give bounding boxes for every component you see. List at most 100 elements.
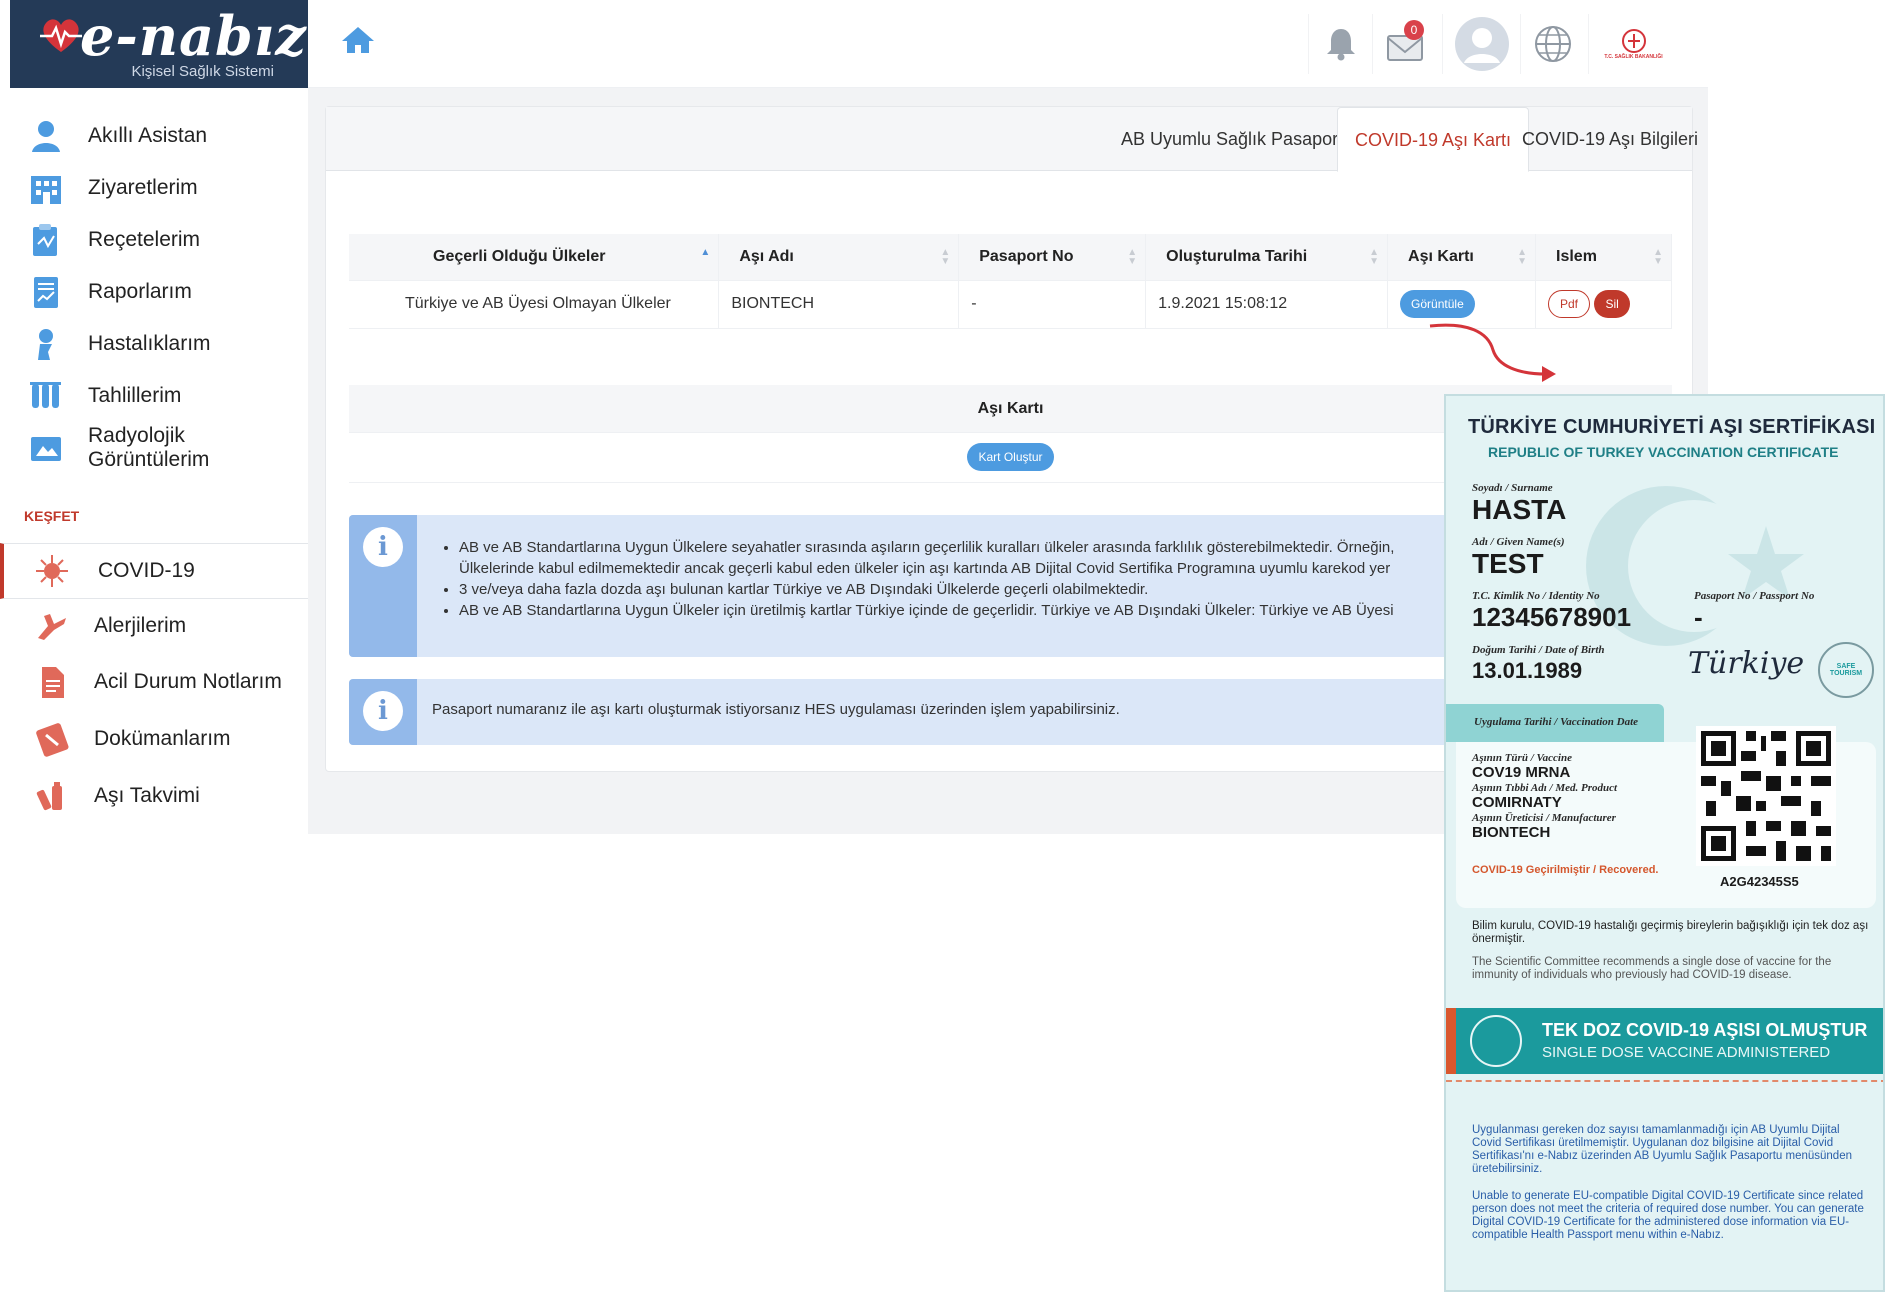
product-value: COMIRNATY [1472, 794, 1562, 811]
column-header-vaccine[interactable]: Aşı Adı ▲ ▼ [718, 234, 960, 280]
explore-section-label: KEŞFET [24, 508, 80, 524]
sort-icon[interactable]: ▲ ▼ [940, 248, 950, 267]
sidebar-item-allergies[interactable]: Alerjilerim [0, 600, 308, 652]
cell-card: Görüntüle [1387, 279, 1536, 329]
sort-icon[interactable]: ▲ ▼ [1127, 248, 1137, 267]
sidebar-item-label: Ziyaretlerim [88, 176, 198, 199]
vaccine-value: COV19 MRNA [1472, 764, 1571, 781]
ministry-emblem-icon [1621, 29, 1646, 53]
sidebar-item-diseases[interactable]: Hastalıklarım [0, 318, 308, 370]
sidebar-item-assistant[interactable]: Akıllı Asistan [0, 110, 308, 162]
vaccine-calendar-icon [32, 776, 72, 816]
manufacturer-label: Aşının Üreticisi / Manufacturer [1472, 812, 1616, 824]
sidebar-item-visits[interactable]: Ziyaretlerim [0, 162, 308, 214]
qr-code[interactable] [1696, 726, 1836, 866]
column-header-passport[interactable]: Pasaport No ▲ ▼ [958, 234, 1147, 280]
tab-covid-vaccine-info[interactable]: COVID-19 Aşı Bilgileri [1505, 107, 1715, 171]
sort-icon[interactable]: ▲ ▼ [1517, 248, 1527, 267]
delete-button[interactable]: Sil [1594, 290, 1630, 318]
table-row: Türkiye ve AB Üyesi Olmayan Ülkeler BION… [349, 279, 1672, 329]
committee-note-en: The Scientific Committee recommends a si… [1472, 956, 1832, 981]
profile-button[interactable] [1442, 14, 1520, 74]
sidebar-item-prescriptions[interactable]: Reçetelerim [0, 214, 308, 266]
heart-pulse-icon [40, 19, 82, 52]
certificate-subtitle: REPUBLIC OF TURKEY VACCINATION CERTIFICA… [1488, 444, 1839, 460]
recovered-note: COVID-19 Geçirilmiştir / Recovered. [1472, 864, 1659, 876]
disease-icon [26, 324, 66, 364]
sort-icon[interactable]: ▲ ▼ [1653, 248, 1663, 267]
column-header-action[interactable]: Islem ▲ ▼ [1535, 234, 1672, 280]
passport-label: Pasaport No / Passport No [1694, 590, 1815, 602]
band-accent [1446, 1008, 1456, 1074]
sidebar-item-label: Acil Durum Notlarım [94, 670, 282, 693]
sort-asc-icon[interactable]: ▲ [700, 248, 710, 258]
eu-notice-tr: Uygulanması gereken doz sayısı tamamlanm… [1472, 1124, 1852, 1175]
mail-badge: 0 [1404, 20, 1424, 40]
sort-icon[interactable]: ▲ ▼ [1369, 248, 1379, 267]
info-icon: i [363, 691, 403, 731]
annotation-arrow [1429, 323, 1556, 382]
ministry-seal-icon [1470, 1015, 1522, 1067]
home-icon[interactable] [338, 20, 378, 60]
turkiye-brand-logo: Türkiye [1688, 646, 1805, 681]
qr-code-value: A2G42345S5 [1720, 874, 1799, 889]
sidebar-item-radiology[interactable]: Radyolojik Görüntülerim [0, 422, 308, 474]
notification-button[interactable] [1308, 14, 1372, 74]
column-label: Aşı Adı [739, 247, 794, 265]
sidebar-item-emergency-notes[interactable]: Acil Durum Notlarım [0, 656, 308, 708]
info-bullet: AB ve AB Standartlarına Uygun Ülkelere s… [459, 537, 1394, 558]
page: e-nabız Kişisel Sağlık Sistemi 0 T.C. SA… [0, 0, 1885, 1292]
product-label: Aşının Tıbbi Adı / Med. Product [1472, 782, 1618, 794]
committee-note-tr: Bilim kurulu, COVID-19 hastalığı geçirmi… [1472, 920, 1869, 945]
sidebar-item-label: Dokümanlarım [94, 727, 231, 750]
sidebar-item-label: Hastalıklarım [88, 332, 211, 355]
prescription-icon [26, 220, 66, 260]
sidebar-item-label: Akıllı Asistan [88, 124, 208, 147]
column-label: Islem [1556, 247, 1597, 265]
sidebar-item-reports[interactable]: Raporlarım [0, 266, 308, 318]
info-bullet: AB ve AB Standartlarına Uygun Ülkeler iç… [459, 600, 1394, 621]
sidebar-item-label: COVID-19 [98, 559, 195, 582]
emergency-notes-icon [32, 662, 72, 702]
messages-button[interactable]: 0 [1372, 14, 1436, 74]
cell-vaccine: BIONTECH [718, 279, 960, 329]
column-header-countries[interactable]: Geçerli Olduğu Ülkeler ▲ [349, 234, 720, 280]
sidebar-item-vaccine-calendar[interactable]: Aşı Takvimi [0, 770, 308, 822]
language-button[interactable] [1520, 14, 1584, 74]
sidebar-item-label: Alerjilerim [94, 614, 187, 637]
tab-covid-vaccine-card[interactable]: COVID-19 Aşı Kartı [1337, 107, 1530, 172]
avatar [1454, 17, 1509, 71]
given-name-value: TEST [1472, 548, 1544, 579]
ministry-logo[interactable]: T.C. SAĞLIK BAKANLIĞI [1588, 14, 1678, 74]
sidebar-item-documents[interactable]: Dokümanlarım [0, 713, 308, 765]
vaccine-cards-table: Geçerli Olduğu Ülkeler ▲ Aşı Adı ▲ ▼ Pasapo… [349, 234, 1672, 329]
cell-passport: - [958, 279, 1147, 329]
passport-note: Pasaport numaranız ile aşı kartı oluştur… [432, 701, 1120, 718]
pdf-button[interactable]: Pdf [1548, 290, 1591, 318]
column-header-card[interactable]: Aşı Kartı ▲ ▼ [1387, 234, 1536, 280]
tab-bar: AB Uyumlu Sağlık Pasaportu COVID-19 Aşı … [326, 107, 1698, 172]
eu-notice-en: Unable to generate EU-compatible Digital… [1472, 1190, 1864, 1241]
info-bullet-continuation: Ülkelerinde kabul edilmemektedir ancak g… [459, 560, 1391, 577]
passport-value: - [1694, 602, 1703, 632]
hospital-icon [26, 168, 66, 208]
assistant-icon [26, 116, 66, 156]
brand-name: e-nabız [80, 4, 307, 68]
cell-actions: Pdf Sil [1535, 279, 1672, 329]
allergy-icon [32, 606, 72, 646]
create-card-button[interactable]: Kart Oluştur [967, 443, 1054, 471]
sidebar-item-tests[interactable]: Tahlillerim [0, 370, 308, 422]
virus-icon [32, 551, 72, 591]
app-logo[interactable]: e-nabız Kişisel Sağlık Sistemi [10, 0, 308, 88]
view-card-button[interactable]: Görüntüle [1400, 290, 1475, 318]
brand-subtitle: Kişisel Sağlık Sistemi [131, 63, 274, 80]
crescent-star-watermark [1586, 486, 1804, 646]
tab-eu-health-passport[interactable]: AB Uyumlu Sağlık Pasaportu [1104, 107, 1370, 171]
column-header-created[interactable]: Oluşturulma Tarihi ▲ ▼ [1145, 234, 1389, 280]
surname-label: Soyadı / Surname [1472, 482, 1553, 494]
radiology-icon [26, 428, 66, 468]
ministry-name: T.C. SAĞLIK BAKANLIĞI [1604, 54, 1663, 60]
cell-countries: Türkiye ve AB Üyesi Olmayan Ülkeler [349, 279, 720, 329]
sidebar-item-covid19[interactable]: COVID-19 [0, 543, 308, 599]
sidebar-item-label: Raporlarım [88, 280, 192, 303]
